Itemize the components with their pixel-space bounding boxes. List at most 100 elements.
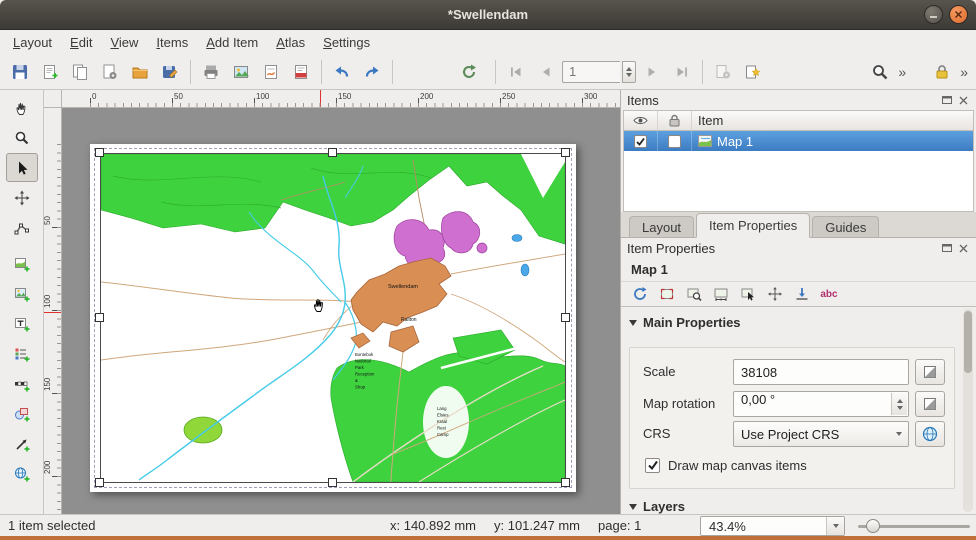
add-arrow-button[interactable] bbox=[6, 429, 38, 458]
item-row-map1[interactable]: Map 1 bbox=[624, 131, 973, 151]
slider-thumb[interactable] bbox=[866, 519, 880, 533]
tab-item-properties[interactable]: Item Properties bbox=[696, 213, 810, 238]
rotation-spin-buttons[interactable] bbox=[891, 393, 907, 415]
menu-layout[interactable]: Layout bbox=[4, 32, 61, 53]
refresh-view-button[interactable] bbox=[455, 58, 483, 86]
atlas-feature-spinner[interactable] bbox=[622, 61, 636, 83]
toolbar-overflow-chevron[interactable]: » bbox=[896, 64, 908, 80]
export-svg-button[interactable] bbox=[257, 58, 285, 86]
add-image-button[interactable] bbox=[6, 279, 38, 308]
items-list-header: Item bbox=[624, 111, 973, 131]
atlas-next-button[interactable] bbox=[638, 58, 666, 86]
add-label-button[interactable] bbox=[6, 309, 38, 338]
zoom-tool-button[interactable] bbox=[6, 123, 38, 152]
atlas-preview-button[interactable] bbox=[739, 58, 767, 86]
draw-canvas-items-checkbox[interactable] bbox=[645, 458, 660, 473]
print-button[interactable] bbox=[197, 58, 225, 86]
labeling-settings-button[interactable]: abc bbox=[816, 283, 842, 306]
close-panel-button[interactable] bbox=[957, 94, 970, 107]
menu-add-item[interactable]: Add Item bbox=[197, 32, 267, 53]
select-move-item-tool-button[interactable] bbox=[6, 153, 38, 182]
edit-nodes-tool-button[interactable] bbox=[6, 213, 38, 242]
atlas-prev-button[interactable] bbox=[532, 58, 560, 86]
scrollbar-thumb[interactable] bbox=[964, 311, 972, 373]
load-template-button[interactable] bbox=[126, 58, 154, 86]
resize-handle-w[interactable] bbox=[95, 313, 104, 322]
item-properties-header: Item Properties bbox=[621, 238, 976, 258]
resize-handle-e[interactable] bbox=[561, 313, 570, 322]
bookmark-extent-button[interactable] bbox=[789, 283, 815, 306]
resize-handle-n[interactable] bbox=[328, 148, 337, 157]
toolbar-overflow-chevron-2[interactable]: » bbox=[958, 64, 970, 80]
export-image-button[interactable] bbox=[227, 58, 255, 86]
atlas-first-button[interactable] bbox=[502, 58, 530, 86]
menu-settings[interactable]: Settings bbox=[314, 32, 379, 53]
crs-dropdown[interactable]: Use Project CRS bbox=[733, 421, 909, 447]
add-shape-button[interactable] bbox=[6, 399, 38, 428]
qgis-layout-window: *Swellendam Layout Edit View Items Add I… bbox=[0, 0, 976, 540]
item-lock-checkbox[interactable] bbox=[668, 135, 681, 148]
add-legend-button[interactable] bbox=[6, 339, 38, 368]
lock-button[interactable] bbox=[928, 58, 956, 86]
tab-guides[interactable]: Guides bbox=[812, 216, 879, 237]
cursor-coordinates: x: 140.892 mm y: 101.247 mm page: 1 bbox=[390, 515, 641, 537]
move-map-content-button[interactable] bbox=[762, 283, 788, 306]
float-properties-button[interactable] bbox=[940, 242, 953, 255]
resize-handle-se[interactable] bbox=[561, 478, 570, 487]
resize-handle-nw[interactable] bbox=[95, 148, 104, 157]
map-rotation-spinbox[interactable]: 0,00 ° bbox=[733, 391, 909, 417]
layout-canvas[interactable]: Swellendam Railton Bontebok National Par… bbox=[62, 108, 620, 514]
new-layout-button[interactable] bbox=[36, 58, 64, 86]
atlas-preview-icon bbox=[744, 63, 762, 81]
set-map-extent-button[interactable] bbox=[654, 283, 680, 306]
menu-edit[interactable]: Edit bbox=[61, 32, 101, 53]
menu-atlas[interactable]: Atlas bbox=[267, 32, 314, 53]
close-button[interactable] bbox=[949, 5, 968, 24]
map-item[interactable]: Swellendam Railton Bontebok National Par… bbox=[100, 153, 566, 483]
layout-manager-button[interactable] bbox=[96, 58, 124, 86]
redo-button[interactable] bbox=[358, 58, 386, 86]
set-scale-to-canvas-button[interactable] bbox=[708, 283, 734, 306]
minimize-button[interactable] bbox=[924, 5, 943, 24]
add-map-button[interactable] bbox=[6, 249, 38, 278]
close-properties-button[interactable] bbox=[957, 242, 970, 255]
zoom-slider[interactable] bbox=[858, 515, 970, 537]
edit-extent-interactively-button[interactable] bbox=[735, 283, 761, 306]
view-extent-icon bbox=[686, 286, 702, 302]
scale-data-defined-button[interactable] bbox=[915, 359, 945, 385]
resize-handle-s[interactable] bbox=[328, 478, 337, 487]
float-panel-button[interactable] bbox=[940, 94, 953, 107]
rotation-data-defined-button[interactable] bbox=[915, 391, 945, 417]
atlas-settings-button[interactable] bbox=[709, 58, 737, 86]
scale-input[interactable] bbox=[733, 359, 909, 385]
pan-tool-button[interactable] bbox=[6, 93, 38, 122]
previous-feature-icon bbox=[537, 63, 555, 81]
item-visibility-checkbox[interactable] bbox=[634, 135, 647, 148]
duplicate-layout-button[interactable] bbox=[66, 58, 94, 86]
undo-button[interactable] bbox=[328, 58, 356, 86]
toolbar-zoom-button[interactable] bbox=[866, 58, 894, 86]
zoom-combo-arrow[interactable] bbox=[826, 517, 844, 535]
update-map-preview-button[interactable] bbox=[627, 283, 653, 306]
menu-items[interactable]: Items bbox=[147, 32, 197, 53]
save-project-button[interactable] bbox=[6, 58, 34, 86]
resize-handle-sw[interactable] bbox=[95, 478, 104, 487]
item-properties-title: Item Properties bbox=[627, 241, 936, 256]
select-crs-button[interactable] bbox=[915, 421, 945, 447]
move-item-content-tool-button[interactable] bbox=[6, 183, 38, 212]
layers-section[interactable]: Layers bbox=[629, 499, 685, 514]
view-extent-in-canvas-button[interactable] bbox=[681, 283, 707, 306]
add-html-button[interactable] bbox=[6, 459, 38, 488]
atlas-feature-input[interactable] bbox=[562, 61, 620, 83]
atlas-last-button[interactable] bbox=[668, 58, 696, 86]
menu-view[interactable]: View bbox=[101, 32, 147, 53]
close-icon bbox=[954, 10, 963, 19]
resize-handle-ne[interactable] bbox=[561, 148, 570, 157]
tab-layout[interactable]: Layout bbox=[629, 216, 694, 237]
zoom-level-combo[interactable]: 43.4% bbox=[700, 516, 845, 536]
save-template-button[interactable] bbox=[156, 58, 184, 86]
titlebar: *Swellendam bbox=[0, 0, 976, 30]
main-properties-section[interactable]: Main Properties bbox=[629, 315, 741, 330]
export-pdf-button[interactable] bbox=[287, 58, 315, 86]
add-scalebar-button[interactable] bbox=[6, 369, 38, 398]
